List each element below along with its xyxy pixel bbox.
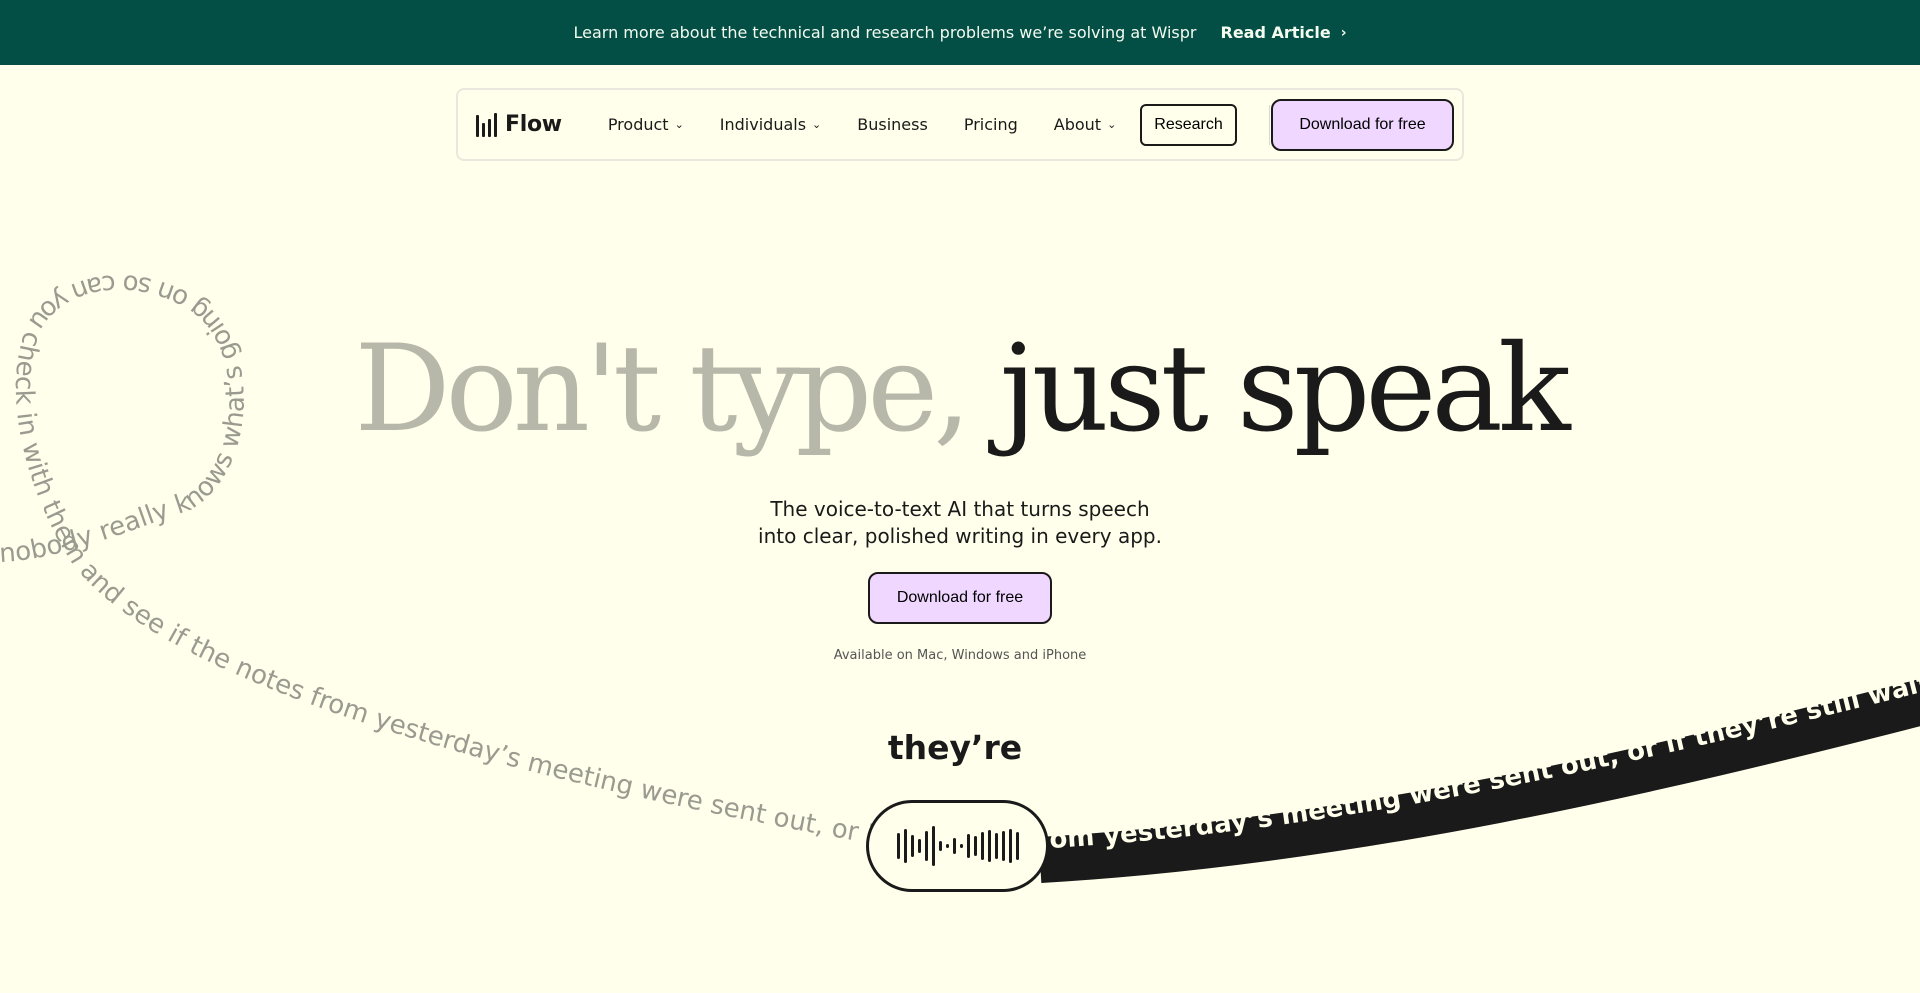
nav-item-label: Pricing (963, 115, 1018, 134)
nav-download-button[interactable]: Download for free (1271, 98, 1454, 151)
nav-item-product[interactable]: Product ⌄ (608, 115, 684, 134)
waveform-bar (910, 835, 914, 857)
voice-waveform-button[interactable] (866, 800, 1049, 892)
waveform-bar (1015, 832, 1019, 860)
waveform-bar (952, 838, 956, 854)
chevron-down-icon: ⌄ (674, 118, 684, 131)
waveform-bar (938, 841, 942, 851)
waveform-bar (931, 826, 935, 866)
output-ribbon (1038, 678, 1920, 883)
current-spoken-word: they’re (887, 728, 1023, 767)
flow-logo-icon (476, 112, 497, 137)
hero-subtitle-line: The voice-to-text AI that turns speech (770, 497, 1150, 521)
waveform-bar (924, 831, 928, 861)
waveform-bar (980, 832, 984, 860)
nav-item-label: Product (607, 115, 669, 134)
waveform-bar (966, 834, 970, 858)
waveform-bar (1001, 831, 1005, 861)
nav-item-label: Individuals (719, 115, 807, 134)
nav-item-label: About (1053, 115, 1102, 134)
chevron-right-icon: › (1340, 24, 1347, 41)
waveform-bar (896, 833, 900, 859)
waveform-bar (994, 833, 998, 859)
hero-title: Don't type, just speak (0, 330, 1920, 450)
announcement-banner: Learn more about the technical and resea… (0, 0, 1920, 65)
waveform-bar (959, 844, 963, 848)
nav-item-label: Business (857, 115, 928, 134)
hero-subtitle: The voice-to-text AI that turns speech i… (0, 496, 1920, 550)
banner-text: Learn more about the technical and resea… (573, 23, 1197, 42)
chevron-down-icon: ⌄ (812, 118, 822, 131)
nav-item-individuals[interactable]: Individuals ⌄ (720, 115, 821, 134)
waveform-bar (987, 830, 991, 862)
chevron-down-icon: ⌄ (1107, 118, 1117, 131)
waveform-bar (1008, 829, 1012, 863)
availability-note: Available on Mac, Windows and iPhone (833, 648, 1087, 663)
read-article-label: Read Article (1220, 23, 1331, 42)
waveform-bar (917, 839, 921, 853)
nav-item-about[interactable]: About ⌄ (1054, 115, 1117, 134)
hero-title-light: Don't type, (354, 320, 971, 459)
hero-subtitle-line: into clear, polished writing in every ap… (758, 524, 1162, 548)
nav-item-business[interactable]: Business (857, 115, 928, 134)
logo-text: Flow (505, 112, 562, 137)
read-article-link[interactable]: Read Article › (1221, 23, 1347, 42)
main-navigation: Flow Product ⌄ Individuals ⌄ Business Pr… (456, 88, 1464, 161)
nav-item-pricing[interactable]: Pricing (964, 115, 1018, 134)
waveform-bar (973, 836, 977, 856)
nav-divider (1268, 104, 1270, 145)
waveform-bar (903, 829, 907, 863)
waveform-bar (945, 844, 949, 848)
hero-title-dark: just speak (999, 320, 1571, 459)
flow-logo[interactable]: Flow (476, 112, 562, 137)
research-button[interactable]: Research (1140, 103, 1237, 146)
hero-download-button[interactable]: Download for free (868, 572, 1052, 624)
